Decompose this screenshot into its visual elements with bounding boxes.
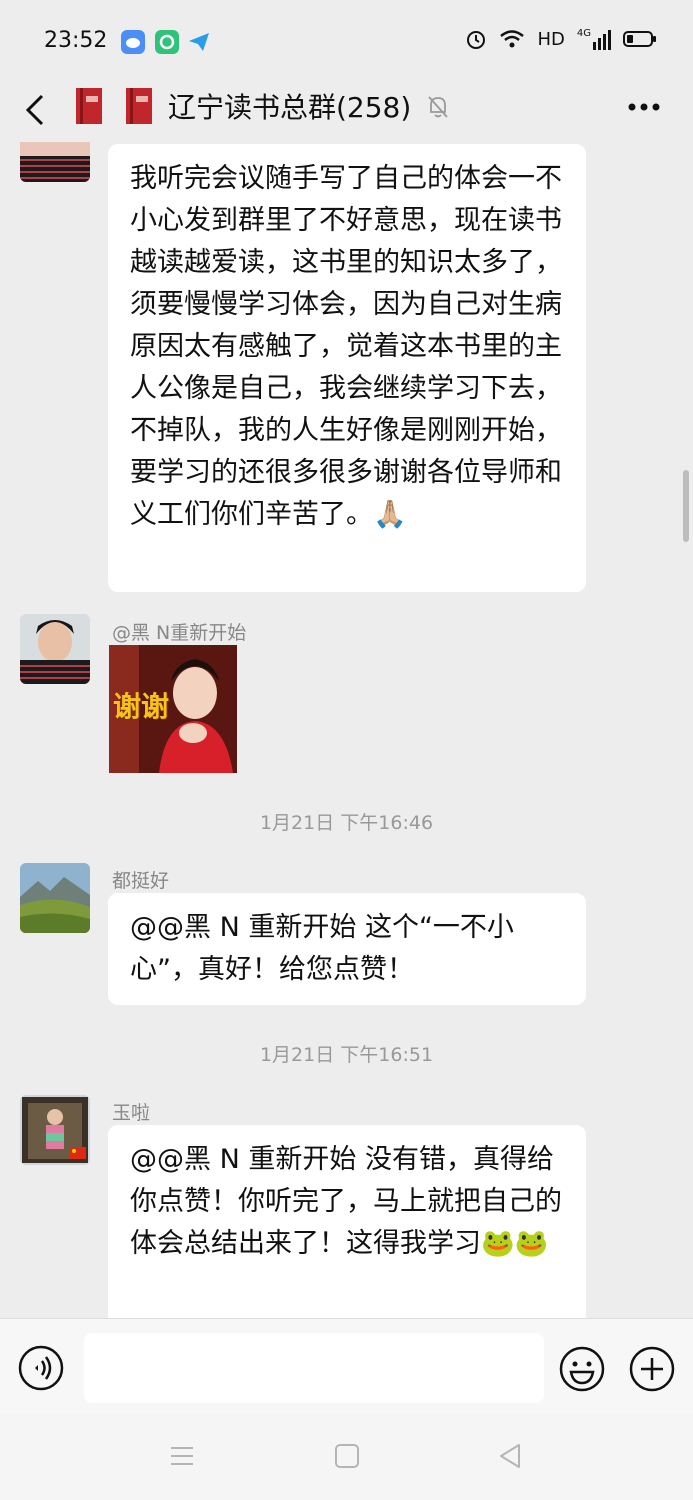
sender-name: @黑 N重新开始: [112, 622, 247, 644]
status-bar: 23:52 HD 4G: [0, 0, 693, 80]
green-app-icon: [155, 30, 179, 54]
chat-timestamp: 1月21日 下午16:46: [259, 812, 434, 834]
sticker-caption: 谢谢: [113, 690, 170, 723]
status-time: 23:52: [44, 28, 108, 53]
hd-label: HD: [537, 28, 565, 50]
signal-icon: 4G: [577, 28, 611, 50]
voice-input-icon[interactable]: [18, 1345, 64, 1391]
menu-lines-icon[interactable]: [168, 1442, 196, 1470]
chat-timestamp: 1月21日 下午16:51: [259, 1044, 434, 1066]
plus-icon[interactable]: [628, 1345, 676, 1393]
status-indicators: HD 4G: [465, 28, 657, 50]
avatar[interactable]: [20, 1095, 90, 1165]
system-nav-bar: [0, 1414, 693, 1500]
avatar[interactable]: [20, 614, 90, 684]
cloud-app-icon: [121, 30, 145, 54]
input-bar: [0, 1318, 693, 1415]
signal-label: 4G: [576, 28, 591, 39]
emoji-icon[interactable]: [558, 1345, 606, 1393]
paper-plane-icon: [187, 30, 211, 54]
red-book-icon: [76, 88, 102, 124]
alarm-icon: [467, 31, 486, 49]
message-input[interactable]: [84, 1333, 544, 1403]
message-bubble[interactable]: 我听完会议随手写了自己的体会一不小心发到群里了不好意思，现在读书越读越爱读，这书…: [108, 144, 586, 592]
wifi-icon: [500, 30, 525, 48]
red-book-icon: [126, 88, 152, 124]
battery-icon: [623, 31, 656, 47]
thanks-sticker-image[interactable]: 谢谢: [109, 645, 237, 773]
scrollbar[interactable]: [683, 470, 689, 542]
sender-name: 玉啦: [112, 1102, 151, 1124]
home-square-icon[interactable]: [333, 1442, 361, 1470]
avatar[interactable]: [20, 142, 90, 182]
back-arrow-icon[interactable]: [22, 88, 52, 132]
more-options-icon[interactable]: [627, 102, 661, 112]
chat-title: 辽宁读书总群(258): [168, 91, 412, 124]
avatar[interactable]: [20, 863, 90, 933]
sender-name: 都挺好: [112, 870, 170, 892]
chat-header: 辽宁读书总群(258): [0, 80, 693, 142]
message-bubble[interactable]: @@黑 N 重新开始 这个“一不小心”，真好！给您点赞！: [108, 893, 586, 1005]
back-triangle-icon[interactable]: [496, 1442, 524, 1470]
mute-bell-icon: [428, 96, 448, 118]
message-bubble[interactable]: @@黑 N 重新开始 没有错，真得给你点赞！你听完了，马上就把自己的体会总结出来…: [108, 1125, 586, 1325]
